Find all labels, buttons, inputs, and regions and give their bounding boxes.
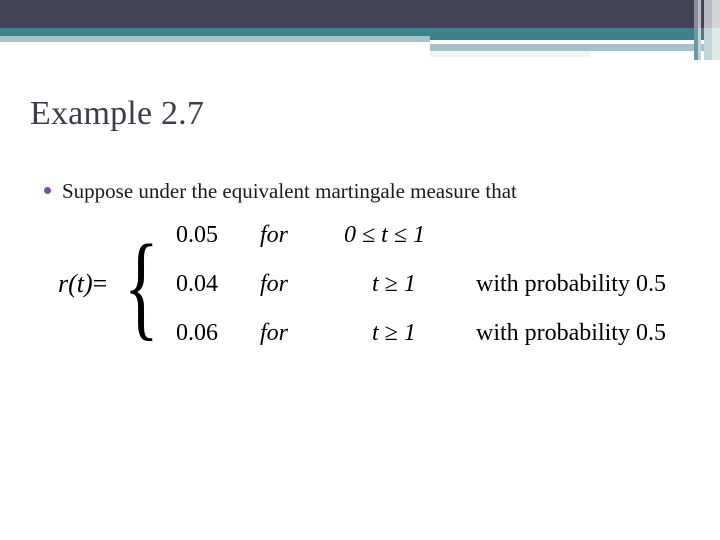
case-probability: with probability 0.5 xyxy=(476,271,666,297)
equation-equals-sign: = xyxy=(92,269,108,298)
banner-stripe-4-lower xyxy=(712,28,720,60)
equation-case-row: 0.05 for 0 ≤ t ≤ 1 xyxy=(176,222,666,248)
case-keyword: for xyxy=(259,271,288,297)
banner-band-steel-left xyxy=(0,36,430,42)
case-condition: t ≥ 1 xyxy=(371,271,416,297)
case-value: 0.05 xyxy=(175,222,218,248)
case-probability-label: with probability xyxy=(475,320,630,346)
page-title: Example 2.7 xyxy=(30,95,205,132)
header-banner xyxy=(0,0,720,60)
equation-function-name: r(t) xyxy=(58,269,93,298)
case-keyword: for xyxy=(259,222,288,248)
banner-band-navy xyxy=(0,0,720,28)
case-probability: with probability 0.5 xyxy=(476,320,666,346)
equation-cases: 0.05 for 0 ≤ t ≤ 1 0.04 for t ≥ 1 with p… xyxy=(174,222,666,346)
case-probability-label: with probability xyxy=(475,271,630,297)
banner-stripe-2-lower xyxy=(698,28,701,60)
equation-brace: { xyxy=(124,219,160,351)
banner-band-teal-right xyxy=(430,28,720,40)
banner-band-teal-left xyxy=(0,28,430,36)
banner-band-steel-right xyxy=(430,44,720,51)
case-probability-value: 0.5 xyxy=(635,320,666,346)
equation-case-row: 0.04 for t ≥ 1 with probability 0.5 xyxy=(176,271,666,297)
case-value: 0.04 xyxy=(175,271,218,297)
case-keyword: for xyxy=(259,320,288,346)
banner-band-pale-right xyxy=(430,51,590,57)
bullet-list-item: Suppose under the equivalent martingale … xyxy=(44,178,517,204)
case-value: 0.06 xyxy=(175,320,218,346)
slide-canvas: Example 2.7 Suppose under the equivalent… xyxy=(0,0,720,540)
case-condition: 0 ≤ t ≤ 1 xyxy=(343,222,425,248)
case-condition: t ≥ 1 xyxy=(371,320,416,346)
equation-case-row: 0.06 for t ≥ 1 with probability 0.5 xyxy=(176,320,666,346)
equation-block: r(t)= { 0.05 for 0 ≤ t ≤ 1 0.04 for t ≥ … xyxy=(58,222,666,346)
equation-left-hand-side: r(t)= xyxy=(58,271,111,297)
bullet-dot-icon xyxy=(44,187,51,194)
banner-stripe-3-lower xyxy=(704,28,712,60)
bullet-item-text: Suppose under the equivalent martingale … xyxy=(62,179,517,203)
case-probability-value: 0.5 xyxy=(635,271,666,297)
